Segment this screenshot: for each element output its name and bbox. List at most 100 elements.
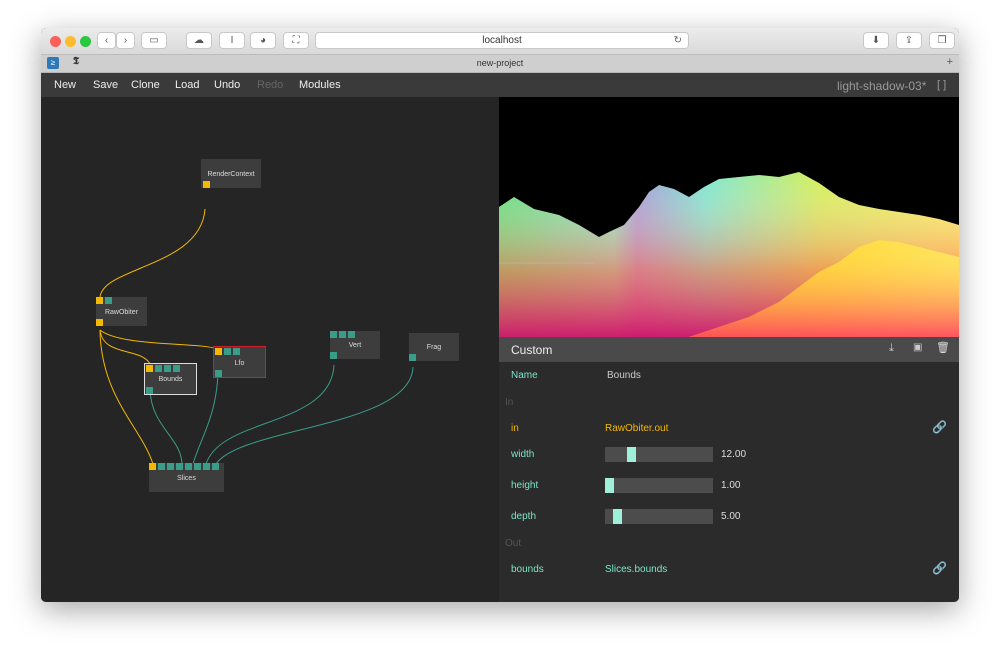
input-depth-label: depth: [511, 511, 537, 522]
link-icon[interactable]: 🔗: [932, 420, 947, 434]
height-slider[interactable]: [605, 478, 713, 493]
name-label: Name: [511, 370, 538, 381]
save-icon[interactable]: ▣: [913, 342, 922, 353]
back-button[interactable]: ‹: [97, 32, 116, 49]
share-button[interactable]: ⇪: [896, 32, 922, 49]
node-bounds-selected[interactable]: Bounds: [144, 363, 197, 395]
terrain-render: [499, 172, 959, 337]
output-port[interactable]: [215, 370, 222, 377]
connection-bounds-slices: [149, 388, 183, 465]
link-icon[interactable]: 🔗: [932, 561, 947, 575]
text-cursor-button[interactable]: I: [219, 32, 245, 49]
width-slider[interactable]: [605, 447, 713, 462]
tab-bar: ≥ 𝕿 new-project +: [41, 55, 959, 73]
node-frag[interactable]: Frag: [409, 333, 459, 361]
url-text: localhost: [482, 35, 522, 46]
screenshot-button[interactable]: ⛶: [283, 32, 309, 49]
node-graph-canvas[interactable]: RenderContext RawObiter Bounds Lfo Vert …: [41, 97, 499, 602]
node-slices[interactable]: Slices: [149, 463, 224, 492]
output-port[interactable]: [96, 319, 103, 326]
input-port[interactable]: [96, 297, 103, 304]
icloud-button[interactable]: ☁: [186, 32, 212, 49]
output-port[interactable]: [146, 387, 153, 394]
input-port[interactable]: [233, 348, 240, 355]
downloads-button[interactable]: ⬇: [863, 32, 889, 49]
input-port[interactable]: [212, 463, 219, 470]
output-bounds-connection[interactable]: Slices.bounds: [605, 564, 667, 575]
browser-window: ‹ › ▭ ☁ I ◕ ⛶ localhost ↻ ⬇ ⇪ ❐ ≥ 𝕿 new-…: [41, 28, 959, 602]
menu-save[interactable]: Save: [93, 79, 118, 91]
node-rawobiter[interactable]: RawObiter: [96, 297, 147, 326]
menu-load[interactable]: Load: [175, 79, 199, 91]
input-port[interactable]: [149, 463, 156, 470]
reload-icon[interactable]: ↻: [674, 35, 682, 46]
connection-rawobiter-bounds: [99, 329, 151, 365]
input-port[interactable]: [348, 331, 355, 338]
node-label: RawObiter: [104, 309, 139, 316]
output-port[interactable]: [330, 352, 337, 359]
height-value: 1.00: [721, 480, 741, 491]
input-port[interactable]: [339, 331, 346, 338]
sidebar-icon: ▭: [149, 35, 159, 46]
width-value: 12.00: [721, 449, 747, 460]
menu-redo[interactable]: Redo: [257, 79, 283, 91]
input-in-connection[interactable]: RawObiter.out: [605, 423, 668, 434]
close-window-button[interactable]: [50, 36, 61, 47]
width-slider-knob[interactable]: [627, 447, 636, 462]
extension-button[interactable]: ◕: [250, 32, 276, 49]
depth-slider-knob[interactable]: [613, 509, 622, 524]
chevron-left-icon: ‹: [104, 35, 109, 46]
node-label: Lfo: [234, 360, 245, 367]
chevron-right-icon: ›: [123, 35, 128, 46]
new-tab-button[interactable]: +: [947, 56, 953, 68]
node-label: Bounds: [158, 376, 183, 383]
input-port[interactable]: [185, 463, 192, 470]
text-cursor-icon: I: [230, 35, 234, 46]
output-bounds-label: bounds: [511, 564, 544, 575]
connection-rendercontext-rawobiter: [99, 208, 206, 299]
inspector-title: Custom: [511, 343, 553, 357]
input-port[interactable]: [167, 463, 174, 470]
menu-clone[interactable]: Clone: [131, 79, 160, 91]
node-vert[interactable]: Vert: [330, 331, 380, 359]
download-icon[interactable]: ⤓: [889, 342, 894, 355]
input-port[interactable]: [146, 365, 153, 372]
input-port[interactable]: [173, 365, 180, 372]
input-port[interactable]: [330, 331, 337, 338]
share-icon: ⇪: [904, 35, 914, 46]
fullscreen-toggle[interactable]: [ ]: [937, 79, 946, 91]
out-section-heading: Out: [505, 538, 522, 549]
zoom-window-button[interactable]: [80, 36, 91, 47]
height-slider-knob[interactable]: [605, 478, 614, 493]
minimize-window-button[interactable]: [65, 36, 76, 47]
name-value[interactable]: Bounds: [607, 370, 641, 381]
menu-modules[interactable]: Modules: [299, 79, 341, 91]
menu-new[interactable]: New: [54, 79, 76, 91]
input-port[interactable]: [155, 365, 162, 372]
depth-slider[interactable]: [605, 509, 713, 524]
tab-new-project[interactable]: new-project: [41, 58, 959, 68]
output-port[interactable]: [203, 181, 210, 188]
input-port[interactable]: [158, 463, 165, 470]
input-port[interactable]: [194, 463, 201, 470]
trash-icon[interactable]: 🗑: [936, 341, 950, 354]
tabs-button[interactable]: ❐: [929, 32, 955, 49]
input-port[interactable]: [176, 463, 183, 470]
input-port[interactable]: [105, 297, 112, 304]
node-rendercontext[interactable]: RenderContext: [201, 159, 261, 188]
sidebar-button[interactable]: ▭: [141, 32, 167, 49]
input-port[interactable]: [224, 348, 231, 355]
node-lfo[interactable]: Lfo: [213, 346, 266, 378]
node-label: Vert: [348, 342, 362, 349]
connection-frag-slices: [215, 366, 414, 465]
menu-undo[interactable]: Undo: [214, 79, 240, 91]
output-port[interactable]: [409, 354, 416, 361]
right-panel: Custom ⤓ ▣ 🗑 Name Bounds In in RawObiter…: [499, 97, 959, 602]
address-bar[interactable]: localhost ↻: [315, 32, 689, 49]
input-port[interactable]: [203, 463, 210, 470]
node-label: Frag: [426, 344, 442, 351]
forward-button[interactable]: ›: [116, 32, 135, 49]
input-port[interactable]: [164, 365, 171, 372]
in-section-heading: In: [505, 397, 514, 408]
input-port[interactable]: [215, 348, 222, 355]
